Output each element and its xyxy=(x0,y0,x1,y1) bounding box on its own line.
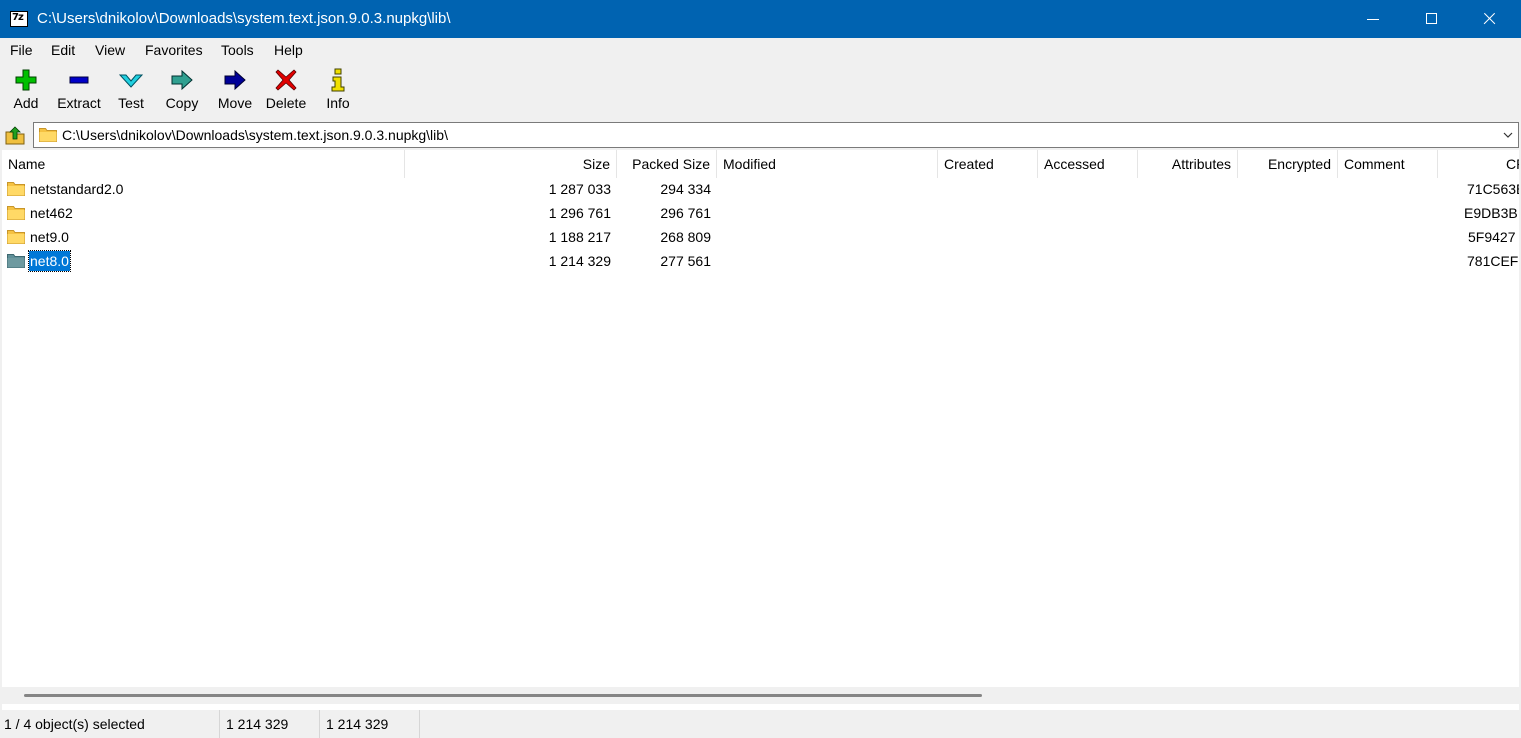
status-packed-size: 1 214 329 xyxy=(322,710,420,738)
item-size: 1 214 329 xyxy=(548,253,611,269)
menu-bar: File Edit View Favorites Tools Help xyxy=(0,38,1521,64)
add-button[interactable]: Add xyxy=(6,64,46,120)
address-combobox[interactable]: C:\Users\dnikolov\Downloads\system.text.… xyxy=(33,122,1519,148)
minimize-icon xyxy=(1367,19,1379,20)
address-path[interactable]: C:\Users\dnikolov\Downloads\system.text.… xyxy=(62,127,448,143)
item-name: net462 xyxy=(30,205,73,221)
column-accessed[interactable]: Accessed xyxy=(1038,150,1138,178)
delete-label: Delete xyxy=(265,95,307,111)
item-packed-size: 296 761 xyxy=(660,205,711,221)
minus-icon xyxy=(69,76,89,84)
item-packed-size: 268 809 xyxy=(660,229,711,245)
chevron-down-icon[interactable] xyxy=(1502,129,1514,141)
window-frame-left xyxy=(0,38,2,738)
item-packed-size: 294 334 xyxy=(660,181,711,197)
folder-icon xyxy=(7,230,25,244)
copy-label: Copy xyxy=(165,95,199,111)
menu-file[interactable]: File xyxy=(10,42,33,58)
add-label: Add xyxy=(13,95,39,111)
7zip-app-icon[interactable]: 7z xyxy=(10,11,28,27)
list-item-selected[interactable]: net8.0 1 214 329 277 561 781CEF xyxy=(2,249,1519,273)
folder-icon xyxy=(39,128,57,142)
title-bar[interactable]: 7z C:\Users\dnikolov\Downloads\system.te… xyxy=(0,0,1521,38)
folder-icon xyxy=(7,182,25,196)
column-packed-size[interactable]: Packed Size xyxy=(617,150,717,178)
copy-button[interactable]: Copy xyxy=(160,64,204,120)
item-name: net9.0 xyxy=(30,229,69,245)
item-size: 1 296 761 xyxy=(548,205,611,221)
status-bar: 1 / 4 object(s) selected 1 214 329 1 214… xyxy=(0,710,1521,738)
item-name: net8.0 xyxy=(28,250,71,272)
list-header: Name Size Packed Size Modified Created A… xyxy=(2,150,1519,178)
address-row: C:\Users\dnikolov\Downloads\system.text.… xyxy=(0,120,1521,150)
maximize-icon xyxy=(1426,13,1437,24)
file-list[interactable]: Name Size Packed Size Modified Created A… xyxy=(2,150,1519,687)
window-title: C:\Users\dnikolov\Downloads\system.text.… xyxy=(37,10,451,27)
extract-button[interactable]: Extract xyxy=(53,64,105,120)
menu-edit[interactable]: Edit xyxy=(51,42,75,58)
folder-icon xyxy=(7,254,25,268)
item-size: 1 188 217 xyxy=(548,229,611,245)
plus-icon xyxy=(15,69,37,91)
item-crc: 71C563B xyxy=(1467,181,1519,197)
column-size[interactable]: Size xyxy=(405,150,617,178)
horizontal-scrollbar[interactable] xyxy=(2,687,1519,704)
delete-x-icon xyxy=(275,69,297,91)
item-crc: 781CEF xyxy=(1467,253,1519,269)
info-icon xyxy=(331,68,345,92)
scrollbar-thumb[interactable] xyxy=(24,694,982,697)
list-item[interactable]: net462 1 296 761 296 761 E9DB3B xyxy=(2,201,1519,225)
list-item[interactable]: net9.0 1 188 217 268 809 5F9427 xyxy=(2,225,1519,249)
move-button[interactable]: Move xyxy=(212,64,258,120)
column-comment[interactable]: Comment xyxy=(1338,150,1438,178)
copy-arrow-icon xyxy=(171,69,193,91)
menu-help[interactable]: Help xyxy=(274,42,303,58)
maximize-button[interactable] xyxy=(1402,0,1460,38)
minimize-button[interactable] xyxy=(1344,0,1402,38)
extract-label: Extract xyxy=(57,95,101,111)
status-size: 1 214 329 xyxy=(222,710,320,738)
item-size: 1 287 033 xyxy=(548,181,611,197)
column-modified[interactable]: Modified xyxy=(717,150,938,178)
move-arrow-icon xyxy=(224,69,246,91)
folder-icon xyxy=(7,206,25,220)
menu-view[interactable]: View xyxy=(95,42,125,58)
move-label: Move xyxy=(217,95,253,111)
menu-tools[interactable]: Tools xyxy=(221,42,254,58)
check-chevron-icon xyxy=(119,74,143,88)
info-button[interactable]: Info xyxy=(320,64,356,120)
column-encrypted[interactable]: Encrypted xyxy=(1238,150,1338,178)
column-crc[interactable]: CRC xyxy=(1438,150,1519,178)
app-icon-text: 7z xyxy=(12,12,24,23)
test-label: Test xyxy=(118,95,144,111)
close-button[interactable] xyxy=(1460,0,1518,38)
toolbar: Add Extract Test Copy Move Delete Info xyxy=(0,64,1521,120)
item-packed-size: 277 561 xyxy=(660,253,711,269)
item-crc: E9DB3B xyxy=(1464,205,1518,221)
delete-button[interactable]: Delete xyxy=(262,64,310,120)
info-label: Info xyxy=(326,95,350,111)
column-attributes[interactable]: Attributes xyxy=(1138,150,1238,178)
column-name[interactable]: Name xyxy=(2,150,405,178)
test-button[interactable]: Test xyxy=(112,64,150,120)
column-created[interactable]: Created xyxy=(938,150,1038,178)
status-selection: 1 / 4 object(s) selected xyxy=(0,710,220,738)
list-item[interactable]: netstandard2.0 1 287 033 294 334 71C563B xyxy=(2,177,1519,201)
menu-favorites[interactable]: Favorites xyxy=(145,42,203,58)
item-name: netstandard2.0 xyxy=(30,181,124,197)
folder-up-icon[interactable] xyxy=(4,124,26,146)
item-crc: 5F9427 xyxy=(1468,229,1516,245)
